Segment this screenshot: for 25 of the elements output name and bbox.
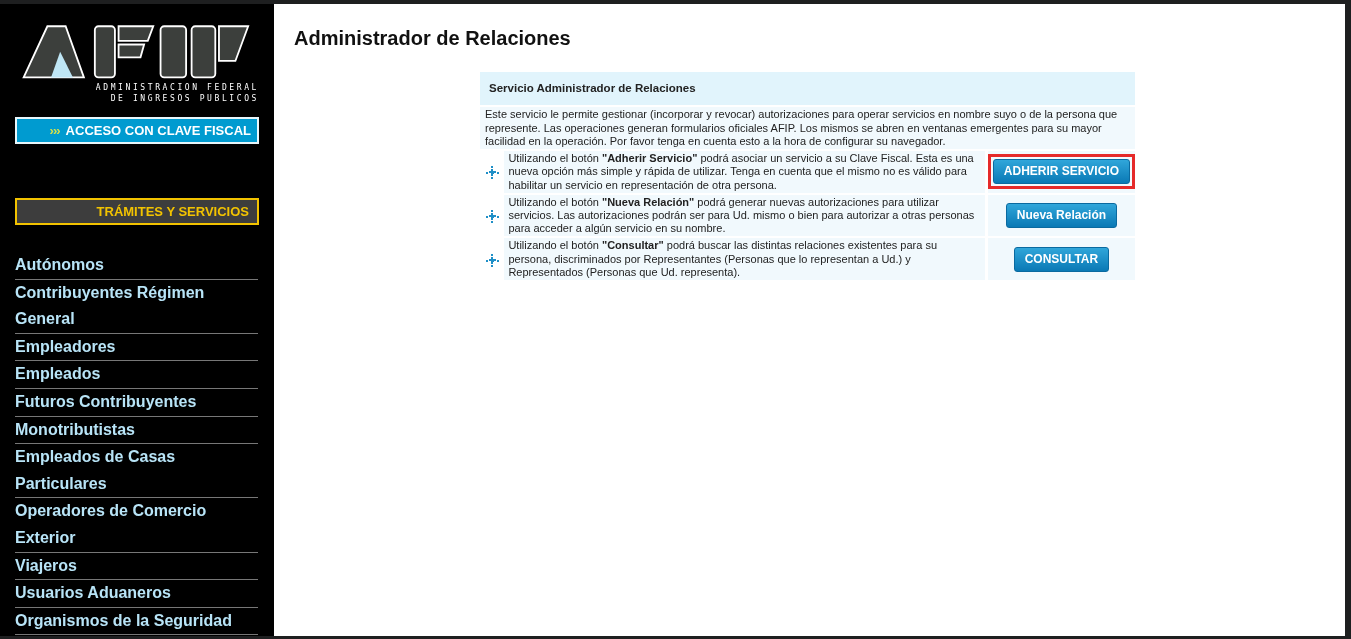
sidebar-link[interactable]: Usuarios Aduaneros	[15, 580, 258, 608]
intro-text: Este servicio le permite gestionar (incorporar y revocar) autorizaciones para operar servicios en nombre suyo o de la persona que represente. Las operaciones generan formularios oficiales AFIP. Los mismos se abren en ventanas emergentes para su mayor facilidad en la operación. Por favor tenga en cuenta esto a la hora de configurar su navegador.	[480, 107, 1135, 150]
dotted-cross-icon	[485, 253, 499, 267]
action-button[interactable]: Nueva Relación	[1005, 203, 1118, 229]
sidebar-link[interactable]: Autónomos	[15, 252, 258, 280]
sidebar-link[interactable]: Empleadores	[15, 333, 258, 362]
panel-header: Servicio Administrador de Relaciones	[480, 72, 1135, 106]
description-text: Utilizando el botón "Consultar" podrá buscar las distintas relaciones existentes para su persona, discriminados por Representantes (Personas que lo representan a Ud.) y Representados (Personas que Ud. representa).	[504, 238, 985, 280]
dotted-cross-icon	[485, 209, 499, 223]
page-title: Administrador de Relaciones	[294, 26, 572, 50]
sidebar-link[interactable]: Empleados	[15, 361, 258, 389]
logo-subtitle: ADMINISTRACION FEDERAL	[94, 82, 259, 93]
sidebar-link[interactable]: Organismos de la Seguridad	[15, 607, 258, 636]
sidebar-link[interactable]: Futuros Contribuyentes	[15, 388, 258, 417]
sidebar-link[interactable]: Viajeros	[15, 552, 258, 581]
sidebar-link[interactable]: Operadores de Comercio Exterior	[15, 498, 258, 553]
description-text: Utilizando el botón "Nueva Relación" podrá generar nuevas autorizaciones para utilizar servicios. Las autorizaciones podrán ser para Ud. mismo o bien para autorizar a otras personas para acceder a algún servicio en su nombre.	[504, 194, 985, 237]
section-button[interactable]: TRÁMITES Y SERVICIOS	[15, 198, 259, 225]
sidebar-link[interactable]: Contribuyentes Régimen General	[15, 279, 258, 334]
logo-subtitle: DE INGRESOS PUBLICOS	[109, 93, 259, 104]
action-button[interactable]: CONSULTAR	[1013, 246, 1110, 272]
sidebar-link[interactable]: Monotributistas	[15, 416, 258, 445]
dotted-cross-icon	[485, 166, 499, 180]
description-text: Utilizando el botón "Adherir Servicio" podrá asociar un servicio a su Clave Fiscal. Esta es una nueva opción más simple y rápida de utilizar. Tenga en cuenta que el mismo no es válido para habilitar un servicio en representación de otra persona.	[504, 151, 985, 193]
sidebar-link[interactable]: Empleados de Casas Particulares	[15, 444, 258, 499]
